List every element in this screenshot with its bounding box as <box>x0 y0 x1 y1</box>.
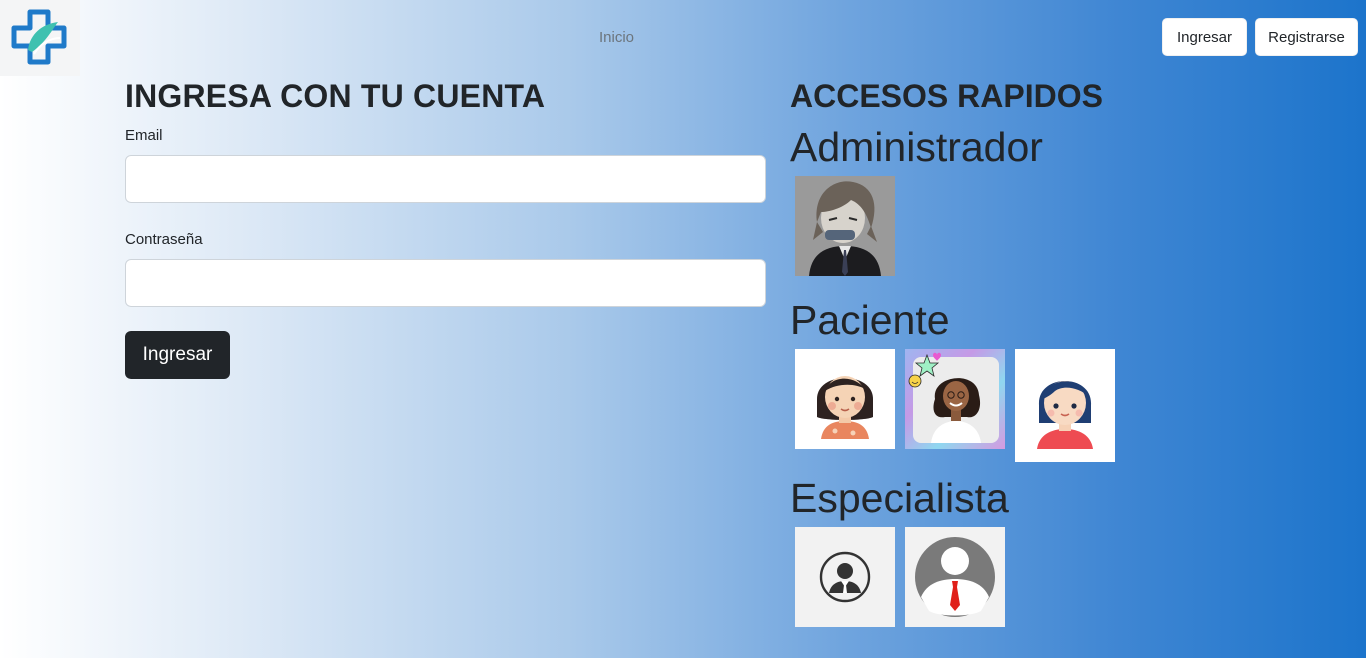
register-nav-button[interactable]: Registrarse <box>1255 18 1358 56</box>
patient-avatar-2[interactable] <box>905 349 1005 449</box>
specialist-group-label: Especialista <box>790 475 1009 521</box>
cartoon-girl-avatar <box>795 349 895 449</box>
smiling-woman-photo-avatar <box>905 349 1005 449</box>
blue-hair-girl-avatar <box>1015 349 1115 462</box>
businessman-outline-avatar <box>795 527 895 627</box>
login-title: INGRESA CON TU CUENTA <box>125 78 546 114</box>
email-label: Email <box>125 127 163 144</box>
specialist-avatar-2[interactable] <box>905 527 1005 627</box>
patient-group-label: Paciente <box>790 297 950 343</box>
specialist-avatar-1[interactable] <box>795 527 895 627</box>
admin-avatar[interactable] <box>795 176 895 276</box>
red-tie-user-avatar <box>905 527 1005 627</box>
patient-avatar-1[interactable] <box>795 349 895 449</box>
logo[interactable] <box>0 0 80 76</box>
password-label: Contraseña <box>125 231 203 248</box>
patient-avatar-3[interactable] <box>1015 349 1115 462</box>
email-field[interactable] <box>125 155 766 203</box>
password-field[interactable] <box>125 259 766 307</box>
login-submit-button[interactable]: Ingresar <box>125 331 230 379</box>
medical-cross-logo-icon <box>11 9 67 65</box>
nav-link-inicio[interactable]: Inicio <box>599 29 634 46</box>
anime-character-avatar <box>795 176 895 276</box>
admin-group-label: Administrador <box>790 124 1043 170</box>
login-nav-button[interactable]: Ingresar <box>1162 18 1247 56</box>
quick-access-title: ACCESOS RAPIDOS <box>790 78 1103 114</box>
